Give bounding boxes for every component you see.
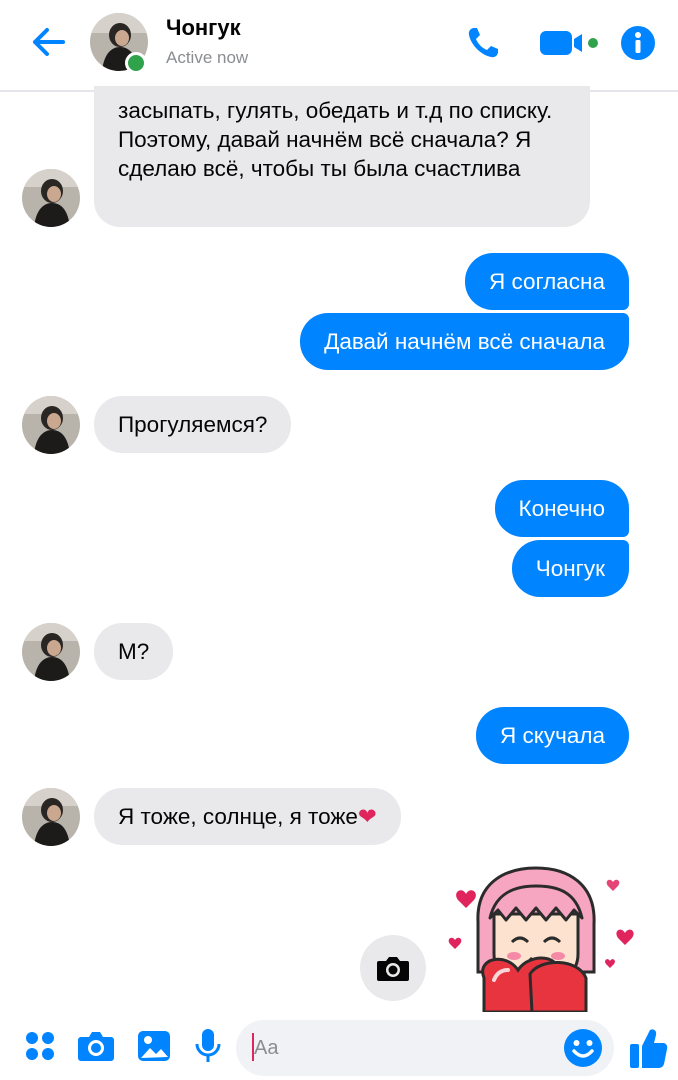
apps-grid-icon[interactable]	[20, 1026, 60, 1066]
contact-avatar-small[interactable]	[22, 396, 80, 454]
message-bubble-outgoing[interactable]: Я скучала	[476, 707, 629, 764]
camera-icon	[377, 957, 409, 981]
heart-emoji: ❤	[357, 804, 377, 829]
message-bubble-outgoing[interactable]: Конечно	[494, 480, 629, 537]
info-icon[interactable]	[616, 20, 660, 66]
camera-quick-button[interactable]	[360, 935, 426, 1001]
online-indicator	[125, 52, 147, 74]
message-bubble-incoming[interactable]: засыпать, гулять, обедать и т.д по списк…	[94, 86, 590, 227]
message-input[interactable]	[236, 1020, 614, 1076]
camera-icon[interactable]	[76, 1026, 116, 1066]
emoji-icon[interactable]	[562, 1027, 604, 1069]
text-cursor	[252, 1033, 254, 1061]
microphone-icon[interactable]	[188, 1026, 228, 1066]
message-bubble-outgoing[interactable]: Я согласна	[464, 253, 629, 310]
message-bubble-outgoing[interactable]: Чонгук	[511, 540, 629, 597]
contact-status: Active now	[166, 48, 249, 67]
contact-avatar-small[interactable]	[22, 623, 80, 681]
contact-avatar-small[interactable]	[22, 169, 80, 227]
video-camera-icon[interactable]	[536, 20, 602, 66]
girl-with-heart-sticker[interactable]	[436, 862, 646, 1014]
phone-icon[interactable]	[460, 20, 506, 66]
chat-header: Чонгук Active now	[0, 0, 678, 92]
gallery-icon[interactable]	[134, 1026, 174, 1066]
contact-avatar-small[interactable]	[22, 788, 80, 846]
back-arrow-icon[interactable]	[26, 22, 70, 62]
message-bubble-incoming[interactable]: Прогуляемся?	[94, 396, 292, 453]
message-bubble-incoming[interactable]: М?	[94, 623, 174, 680]
message-text: Я тоже, солнце, я тоже	[118, 804, 358, 829]
thumbs-up-icon[interactable]	[626, 1024, 670, 1072]
message-bubble-incoming[interactable]: Я тоже, солнце, я тоже❤	[94, 788, 401, 845]
message-bubble-outgoing[interactable]: Давай начнём всё сначала	[300, 313, 629, 370]
contact-name[interactable]: Чонгук	[166, 15, 241, 41]
